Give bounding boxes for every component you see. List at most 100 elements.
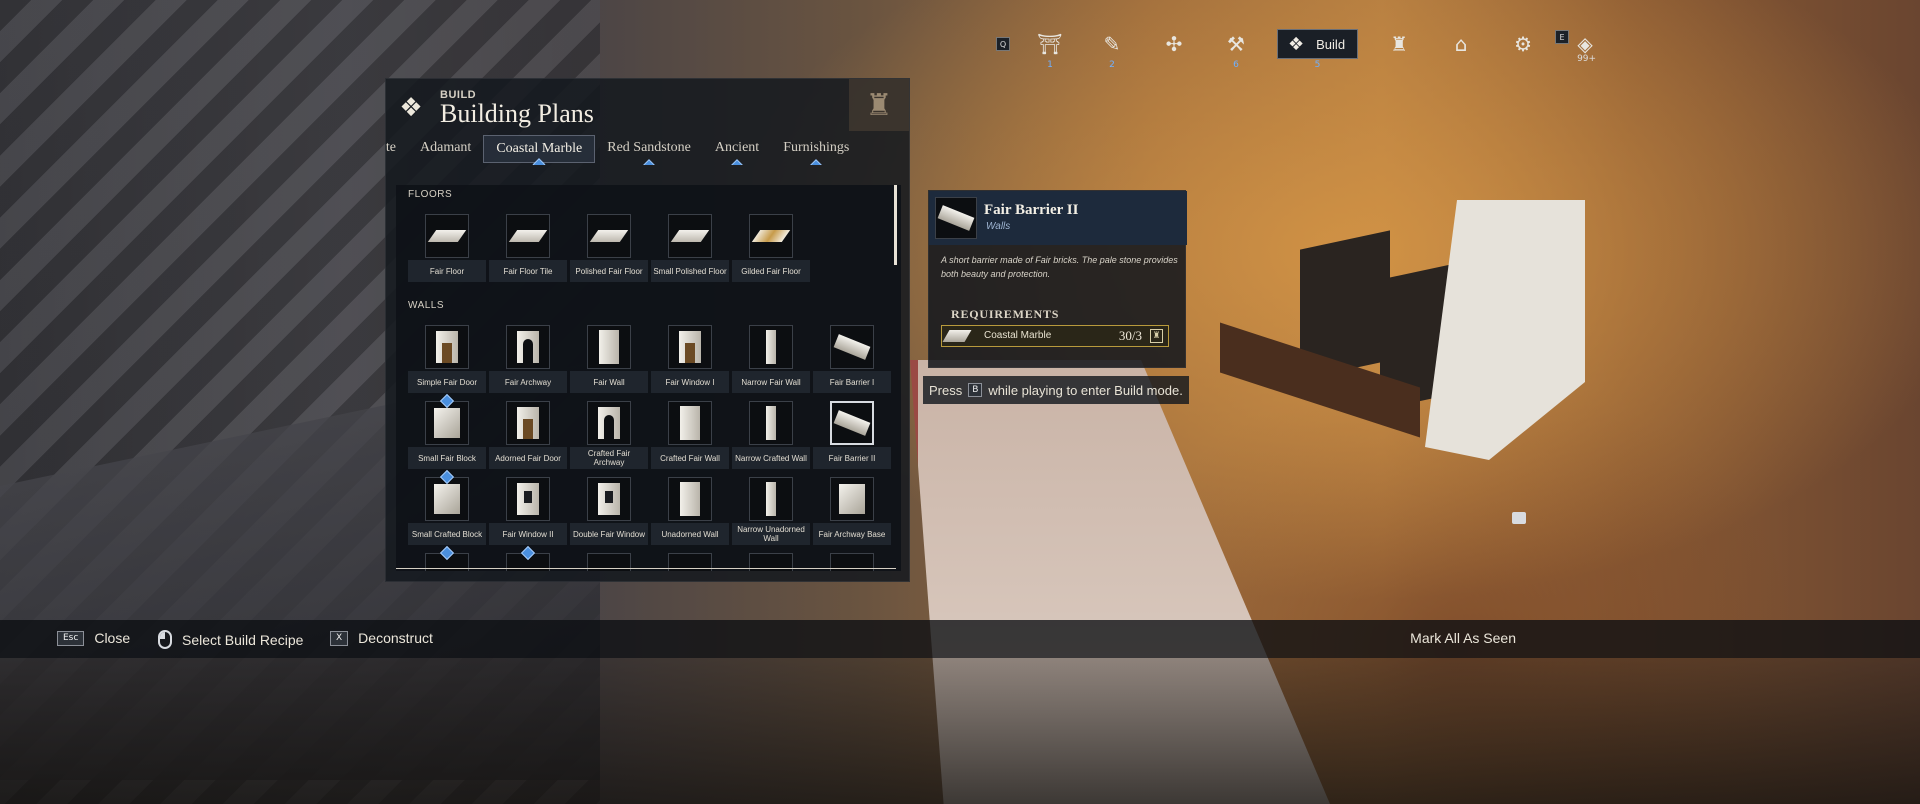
recipe-item[interactable]: Crafted Fair Archway [570, 401, 648, 469]
recipe-item[interactable]: Fair Window I [651, 325, 729, 393]
recipe-thumbnail [506, 214, 550, 258]
recipe-item[interactable]: Fair Floor [408, 214, 486, 282]
recipe-thumbnail [749, 477, 793, 521]
hint-after: while playing to enter Build mode. [988, 382, 1183, 398]
recipe-item[interactable]: Fair Wall [570, 325, 648, 393]
crafting-hud-button[interactable]: ⚒ 6 [1220, 30, 1252, 70]
tab-label: Adamant [420, 140, 472, 155]
recipe-item[interactable]: Fair Barrier II [813, 401, 891, 469]
detail-description: A short barrier made of Fair bricks. The… [941, 255, 1178, 279]
recipe-item[interactable]: Fair Archway [489, 325, 567, 393]
recipe-label: Gilded Fair Floor [732, 260, 810, 282]
recipe-label: Double Fair Window [570, 523, 648, 545]
recipe-label: Simple Fair Door [408, 371, 486, 393]
chat-icon[interactable] [1512, 512, 1526, 524]
tab-ite[interactable]: ite [386, 135, 408, 163]
tab-label: Furnishings [783, 140, 850, 155]
recipe-detail-panel: Fair Barrier II Walls A short barrier ma… [928, 190, 1187, 368]
gate-hud-button[interactable]: ⛩ 1 [1034, 30, 1066, 70]
requirement-name: Coastal Marble [984, 330, 1052, 341]
recipe-label: Fair Archway Base [813, 523, 891, 545]
recipe-label: Small Fair Block [408, 447, 486, 469]
recipe-label: Fair Floor Tile [489, 260, 567, 282]
recipe-label: Fair Window I [651, 371, 729, 393]
recipe-thumbnail [830, 477, 874, 521]
building-plans-panel: ❖ BUILD Building Plans ♜ ite Adamant Coast… [385, 78, 910, 582]
recipe-item[interactable]: Crafted Fair Wall [651, 401, 729, 469]
search-hud-button[interactable]: Q [995, 30, 1011, 58]
search-icon: Q [996, 37, 1010, 51]
recipe-item[interactable]: Fair Archway Base [813, 477, 891, 545]
journal-button[interactable]: E ◈ 99+ [1555, 30, 1601, 64]
hint-before: Press [929, 382, 963, 398]
hud-badge: 6 [1233, 60, 1239, 70]
recipe-label: Crafted Fair Wall [651, 447, 729, 469]
new-badge-icon [532, 158, 546, 165]
recipe-thumbnail [506, 325, 550, 369]
detail-category: Walls [986, 221, 1011, 232]
list-scrollbar[interactable] [894, 185, 897, 265]
close-label: Close [94, 630, 131, 646]
recipe-list[interactable]: FLOORS WALLS Fair Floor Fair Floor Tile Po… [396, 185, 901, 571]
mouse-left-click-icon [158, 630, 172, 649]
tab-label: ite [386, 140, 396, 155]
select-recipe-action[interactable]: Select Build Recipe [158, 630, 303, 649]
recipe-label: Fair Archway [489, 371, 567, 393]
recipe-item[interactable]: Narrow Crafted Wall [732, 401, 810, 469]
recipe-item[interactable]: Gilded Fair Floor [732, 214, 810, 282]
recipe-item[interactable]: Small Polished Floor [651, 214, 729, 282]
tab-coastal-marble[interactable]: Coastal Marble [483, 135, 596, 165]
panel-ornament-icon: ♜ [849, 79, 909, 131]
recipe-item[interactable]: Unadorned Wall [651, 477, 729, 545]
esc-key-hint: Esc [57, 630, 85, 646]
door-hud-button[interactable]: ⌂ [1445, 30, 1477, 58]
gear-hud-button[interactable]: ⚙ [1507, 30, 1539, 58]
recipe-item[interactable]: Double Fair Window [570, 477, 648, 545]
page-title: Building Plans [440, 99, 594, 128]
recipe-item[interactable]: Narrow Unadorned Wall [732, 477, 810, 545]
section-floors-title: FLOORS [408, 189, 453, 200]
requirement-row: Coastal Marble 30/3 ♜ [941, 325, 1169, 347]
tab-ancient[interactable]: Ancient [703, 135, 771, 165]
recipe-item[interactable]: Narrow Fair Wall [732, 325, 810, 393]
close-action[interactable]: Esc Close [57, 630, 130, 646]
castle-hud-button[interactable]: ♜ [1383, 30, 1415, 58]
recipe-item[interactable]: Fair Window II [489, 477, 567, 545]
gate-icon: ⛩ [1037, 32, 1063, 56]
recipe-label: Fair Barrier I [813, 371, 891, 393]
recipe-item[interactable]: Adorned Fair Door [489, 401, 567, 469]
recipe-label: Adorned Fair Door [489, 447, 567, 469]
tab-furnishings[interactable]: Furnishings [771, 135, 861, 165]
mark-all-seen-button[interactable]: Mark All As Seen [1410, 630, 1516, 646]
panel-header: ❖ BUILD Building Plans [396, 89, 594, 127]
recipe-thumbnail [668, 325, 712, 369]
category-tabs: ite Adamant Coastal Marble Red Sandstone Anc… [386, 135, 911, 165]
recipe-label: Fair Floor [408, 260, 486, 282]
recipe-thumbnail [587, 214, 631, 258]
recipe-label: Small Polished Floor [651, 260, 729, 282]
recipe-item[interactable]: Polished Fair Floor [570, 214, 648, 282]
recipe-thumbnail [506, 401, 550, 445]
tab-adamant[interactable]: Adamant [408, 135, 483, 163]
gear-icon: ⚙ [1514, 32, 1533, 56]
deconstruct-action[interactable]: X Deconstruct [330, 630, 433, 646]
door-icon: ⌂ [1454, 32, 1468, 56]
recipe-thumbnail [668, 477, 712, 521]
build-icon: ❖ [1288, 33, 1305, 55]
build-menu-button[interactable]: ❖ Build 5 [1277, 29, 1359, 70]
top-hud: Q ⛩ 1 ✎ 2 ✣ ⚒ 6 ❖ Build 5 ♜ ⌂ ⚙ E ◈ 99+ [995, 29, 1616, 70]
castle-icon: ♜ [1390, 32, 1409, 56]
recipe-label: Small Crafted Block [408, 523, 486, 545]
recipe-item[interactable]: Simple Fair Door [408, 325, 486, 393]
recipe-item[interactable]: Fair Barrier I [813, 325, 891, 393]
tab-label: Ancient [714, 140, 760, 155]
recipe-item[interactable]: Fair Floor Tile [489, 214, 567, 282]
recipe-item[interactable]: Small Crafted Block [408, 469, 486, 545]
recipe-thumbnail [749, 325, 793, 369]
telescope-hud-button[interactable]: ✎ 2 [1096, 30, 1128, 70]
tab-red-sandstone[interactable]: Red Sandstone [595, 135, 703, 165]
notification-count: 99+ [1577, 54, 1597, 64]
marble-icon [942, 330, 972, 342]
recipe-item[interactable]: Small Fair Block [408, 393, 486, 469]
compass-hud-button[interactable]: ✣ [1158, 30, 1190, 58]
